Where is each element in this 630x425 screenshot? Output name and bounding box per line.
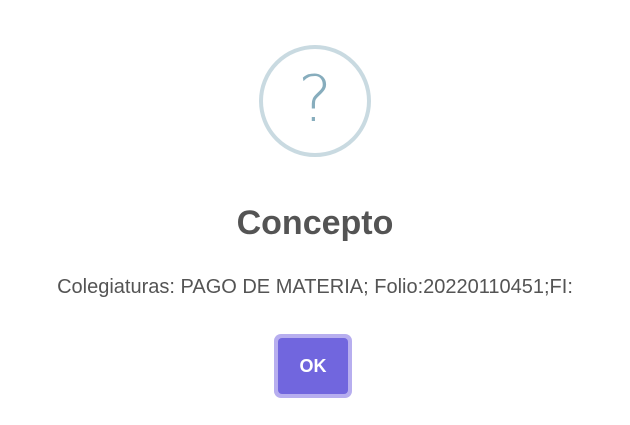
ok-button-focus-ring: OK bbox=[274, 334, 352, 398]
ok-button[interactable]: OK bbox=[278, 338, 348, 394]
alert-dialog: ? Concepto Colegiaturas: PAGO DE MATERIA… bbox=[0, 0, 630, 425]
dialog-title: Concepto bbox=[236, 204, 394, 242]
question-glyph: ? bbox=[298, 63, 332, 137]
question-icon: ? bbox=[259, 45, 371, 157]
dialog-message: Colegiaturas: PAGO DE MATERIA; Folio:202… bbox=[57, 276, 573, 298]
